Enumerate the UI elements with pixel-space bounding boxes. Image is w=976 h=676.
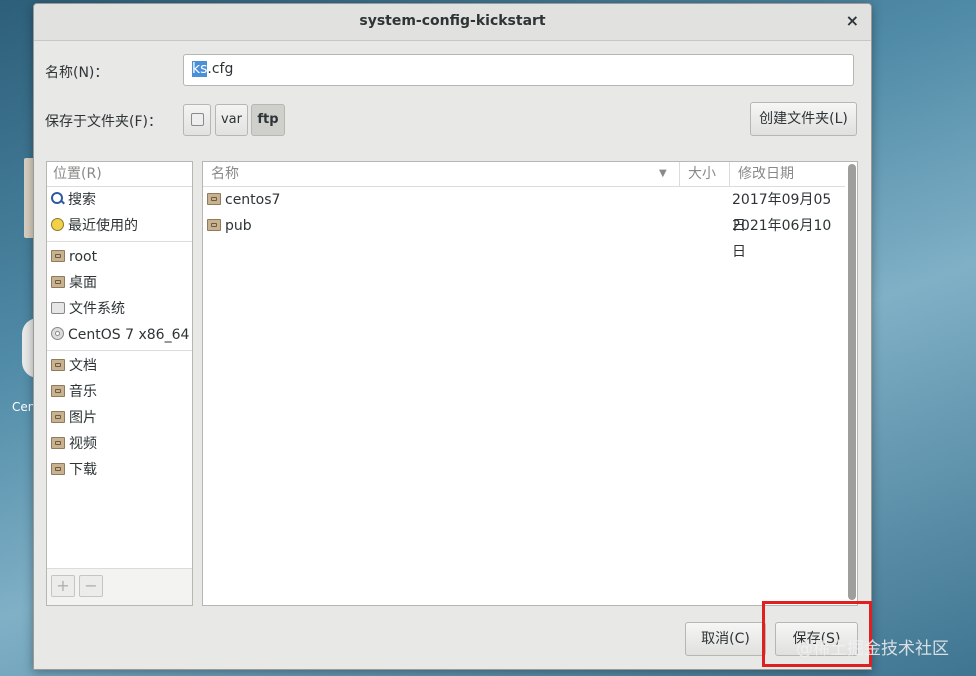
sidebar-item-desktop[interactable]: 桌面 (47, 270, 192, 296)
file-row-centos7[interactable]: centos7 2017年09月05日 (203, 187, 845, 234)
sidebar-toolbar: + − (47, 568, 192, 605)
music-folder-icon (51, 385, 65, 397)
sidebar-item-videos[interactable]: 视频 (47, 431, 192, 457)
filename-input[interactable]: ks.cfg (183, 54, 854, 86)
disc-icon (51, 327, 64, 340)
file-name: centos7 (225, 192, 281, 208)
sidebar-item-label: 最近使用的 (68, 218, 138, 234)
sidebar-item-label: 搜索 (68, 192, 96, 208)
watermark: @稀土掘金技术社区 (796, 639, 949, 659)
file-name: pub (225, 218, 252, 234)
column-header-size[interactable]: 大小 (679, 162, 732, 186)
desktop-folder-icon (51, 276, 65, 288)
dialog-title: system-config-kickstart (359, 13, 546, 29)
vertical-scrollbar[interactable] (848, 164, 856, 600)
cancel-button[interactable]: 取消(C) (685, 622, 766, 656)
name-label: 名称(N)： (45, 65, 109, 81)
documents-folder-icon (51, 359, 65, 371)
sort-down-icon: ▼ (659, 168, 667, 179)
sidebar-item-label: 音乐 (69, 384, 97, 400)
search-icon (51, 192, 64, 205)
places-sidebar: 位置(R) 搜索 最近使用的 root 桌面 文件系统 CentOS 7 x86… (46, 161, 193, 606)
sidebar-item-downloads[interactable]: 下载 (47, 457, 192, 483)
file-row-pub[interactable]: pub 2021年06月10日 (203, 213, 845, 260)
sidebar-item-label: CentOS 7 x86_64 (68, 327, 190, 343)
filename-rest-text: .cfg (207, 61, 234, 77)
videos-folder-icon (51, 437, 65, 449)
sidebar-item-search[interactable]: 搜索 (47, 187, 192, 213)
column-header-modified[interactable]: 修改日期 (729, 162, 854, 186)
sidebar-item-music[interactable]: 音乐 (47, 379, 192, 405)
sidebar-item-documents[interactable]: 文档 (47, 353, 192, 379)
folder-icon (207, 193, 221, 205)
sidebar-item-filesystem[interactable]: 文件系统 (47, 296, 192, 322)
places-header: 位置(R) (47, 162, 192, 187)
sidebar-item-root[interactable]: root (47, 244, 192, 270)
add-bookmark-button[interactable]: + (51, 575, 75, 597)
sidebar-item-label: 图片 (69, 410, 97, 426)
sidebar-divider (47, 350, 192, 351)
sidebar-item-pictures[interactable]: 图片 (47, 405, 192, 431)
desktop-icon-label: Cen (12, 400, 36, 414)
sidebar-item-label: 下载 (69, 462, 97, 478)
sidebar-item-recent[interactable]: 最近使用的 (47, 213, 192, 239)
create-folder-button[interactable]: 创建文件夹(L) (750, 102, 857, 136)
path-root-button[interactable] (183, 104, 211, 136)
drive-icon (51, 302, 65, 314)
drive-icon (190, 113, 204, 126)
pictures-folder-icon (51, 411, 65, 423)
folder-icon (207, 219, 221, 231)
sidebar-item-label: 桌面 (69, 275, 97, 291)
file-modified: 2021年06月10日 (732, 218, 832, 260)
downloads-folder-icon (51, 463, 65, 475)
close-icon[interactable]: × (846, 11, 859, 30)
path-button-ftp[interactable]: ftp (251, 104, 285, 136)
sidebar-item-label: root (69, 249, 98, 265)
column-header-name[interactable]: 名称 ▼ (211, 162, 671, 186)
remove-bookmark-button[interactable]: − (79, 575, 103, 597)
sidebar-item-label: 文档 (69, 358, 97, 374)
sidebar-item-label: 视频 (69, 436, 97, 452)
column-name-label: 名称 (211, 166, 239, 182)
filename-selected-text: ks (192, 61, 208, 77)
save-file-dialog: system-config-kickstart × 名称(N)： ks.cfg … (33, 3, 872, 670)
path-button-var[interactable]: var (215, 104, 248, 136)
file-list-header: 名称 ▼ 大小 修改日期 (203, 162, 845, 187)
file-list[interactable]: 名称 ▼ 大小 修改日期 centos7 2017年09月05日 pub 2021… (202, 161, 858, 606)
recent-icon (51, 218, 64, 231)
sidebar-item-centos-disc[interactable]: CentOS 7 x86_64 (47, 322, 192, 348)
home-folder-icon (51, 250, 65, 262)
save-in-label: 保存于文件夹(F)： (45, 114, 162, 130)
sidebar-item-label: 文件系统 (69, 301, 125, 317)
sidebar-divider (47, 241, 192, 242)
title-bar[interactable]: system-config-kickstart × (34, 4, 871, 41)
